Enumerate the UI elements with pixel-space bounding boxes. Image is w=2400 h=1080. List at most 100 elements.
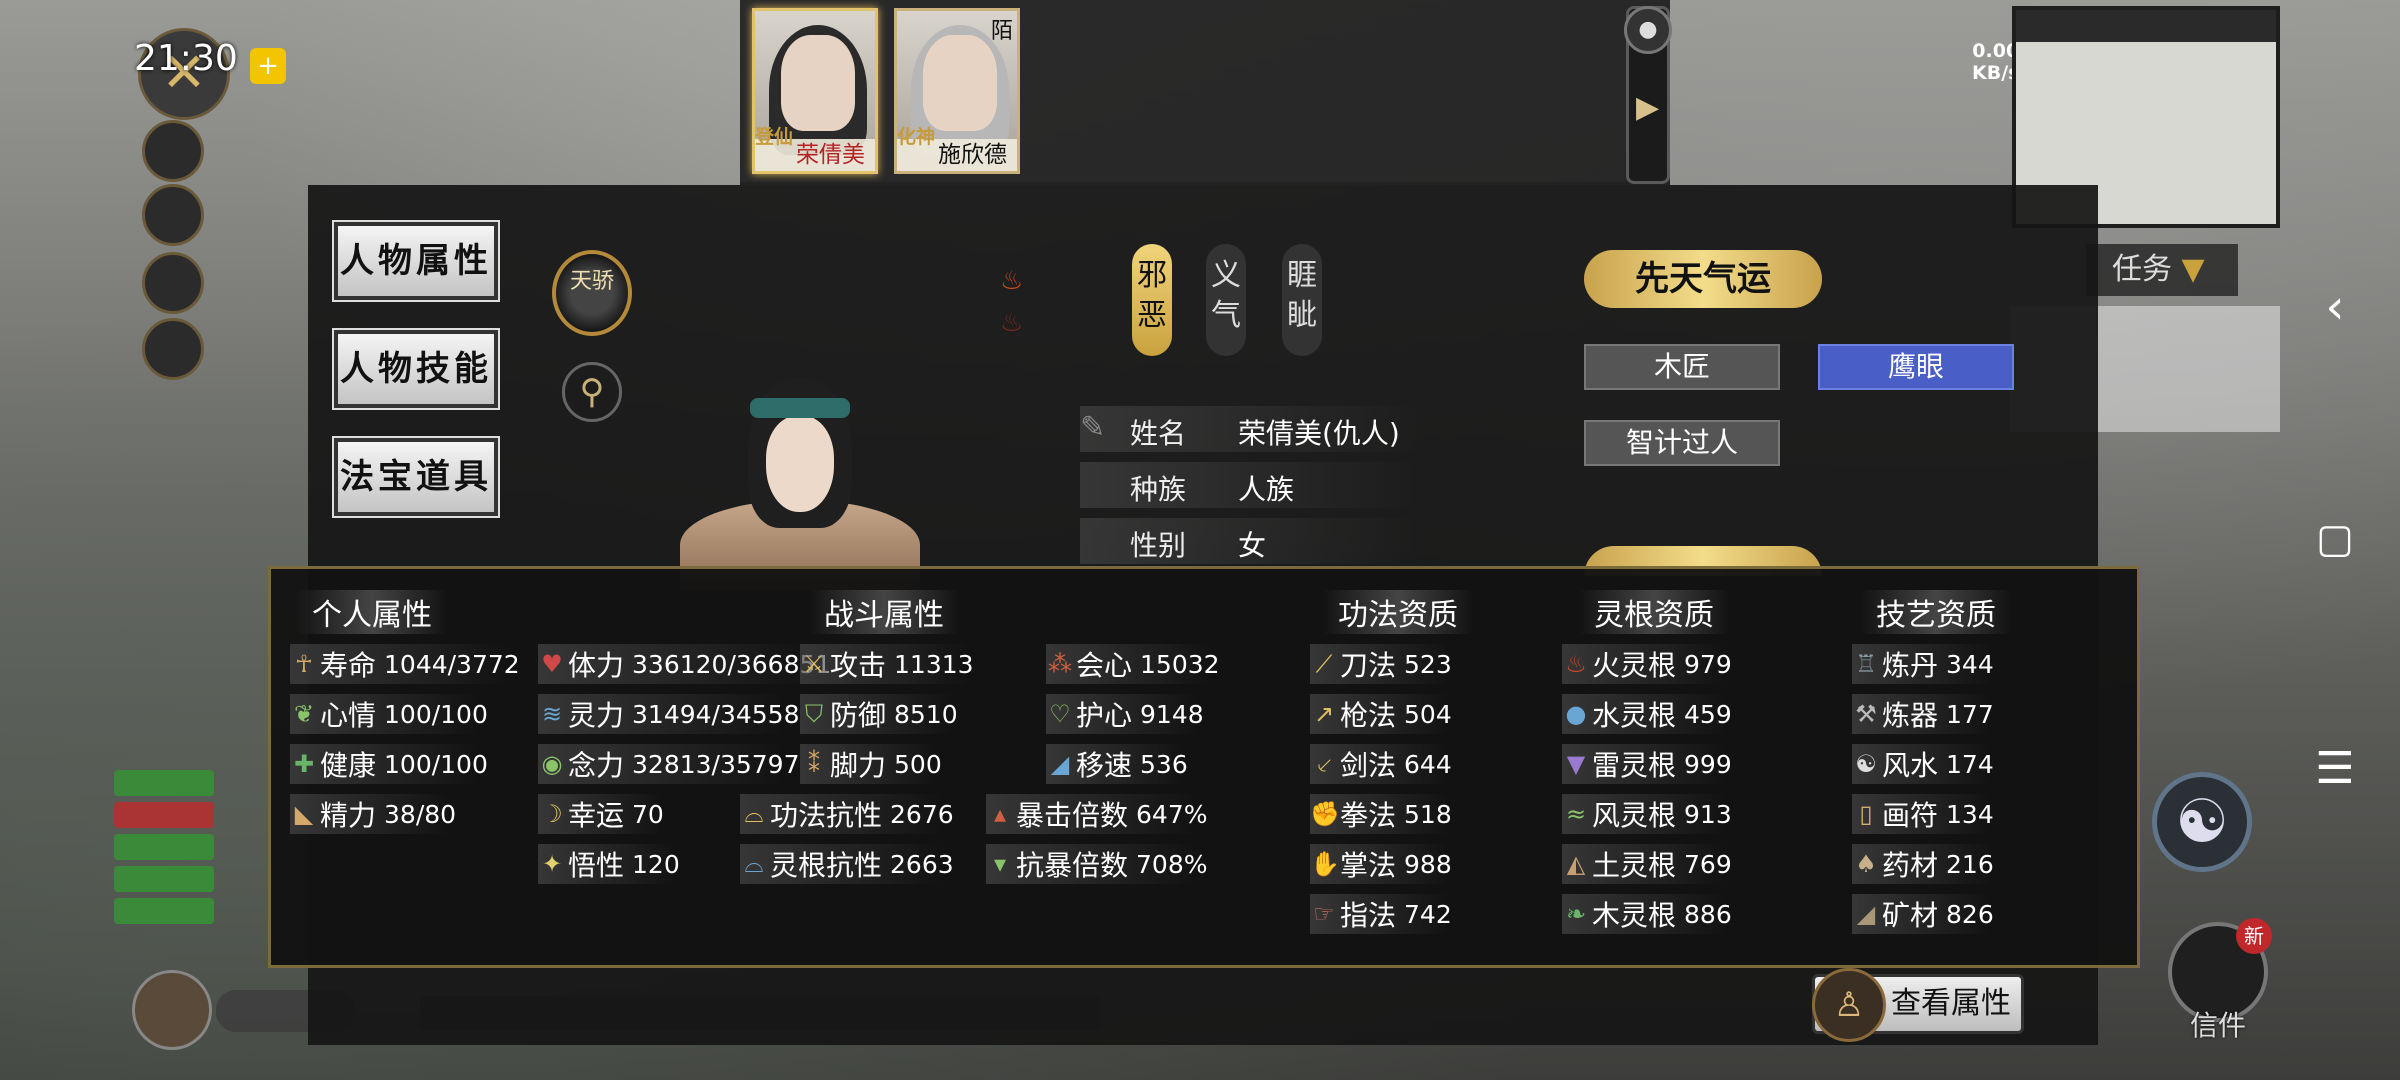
- stat-foot-power: ⁑ 脚力 500: [800, 744, 954, 784]
- moon-icon: ☽: [541, 800, 563, 828]
- trait-eagle-eye[interactable]: 鹰眼: [1818, 344, 2014, 390]
- stat-defense: ⛉ 防御 8510: [800, 694, 970, 734]
- stat-spirit-power: ≋ 灵力 31494/34558: [538, 694, 812, 734]
- stat-crit-multiplier: ▴ 暴击倍数 647%: [986, 794, 1220, 834]
- stat-spear: ↗ 枪法 504: [1310, 694, 1464, 734]
- blade-icon: ⟋: [1315, 650, 1333, 678]
- game-menu-icon-4[interactable]: [142, 318, 204, 380]
- stat-alchemy: ♖ 炼丹 344: [1852, 644, 2006, 684]
- game-menu-icon-3[interactable]: [142, 252, 204, 314]
- title-badge[interactable]: 天骄: [552, 250, 632, 336]
- stat-mind-power: ◉ 念力 32813/35797: [538, 744, 812, 784]
- shield-icon: ⛉: [805, 700, 823, 728]
- info-row-name: 姓名 荣倩美(仇人): [1080, 406, 1420, 452]
- stat-finger: ☞ 指法 742: [1310, 894, 1464, 934]
- search-icon[interactable]: ⚲: [562, 362, 622, 422]
- back-nav-icon[interactable]: ‹: [2310, 282, 2360, 332]
- letter-label: 信件: [2190, 1009, 2247, 1042]
- triangles-icon: ▴: [993, 800, 1007, 828]
- stat-blade: ⟋ 刀法 523: [1310, 644, 1464, 684]
- stat-fist: ✊ 拳法 518: [1310, 794, 1464, 834]
- stat-attack: ⚔ 攻击 11313: [800, 644, 986, 684]
- heart-shield-icon: ♡: [1049, 700, 1071, 728]
- character-card-selected[interactable]: 荣倩美 登仙: [752, 8, 878, 174]
- dome-blue-icon: ⌓: [744, 850, 764, 878]
- tag-loyal[interactable]: 义气: [1206, 244, 1246, 356]
- game-menu-icon-1[interactable]: [142, 120, 204, 182]
- nav-treasure-items[interactable]: 法宝道具: [332, 436, 500, 518]
- trait-carpenter[interactable]: 木匠: [1584, 344, 1780, 390]
- stat-wind-root: ≈ 风灵根 913: [1562, 794, 1744, 834]
- flame-icon: ♨: [1000, 266, 1024, 296]
- wind-icon: ≈: [1565, 800, 1587, 828]
- mushroom-icon: ♠: [1855, 850, 1877, 878]
- sprout-icon: ❦: [293, 700, 315, 728]
- leaf-icon: ❧: [1565, 900, 1587, 928]
- stat-sword: ⸔ 剑法 644: [1310, 744, 1464, 784]
- new-badge: 新: [2236, 918, 2272, 954]
- minimap-header: [2016, 10, 2276, 42]
- next-arrow-icon[interactable]: ▶: [1636, 90, 1659, 125]
- eye-icon: ◉: [541, 750, 563, 778]
- trait-wise[interactable]: 智计过人: [1584, 420, 1780, 466]
- palm-icon: ✋: [1310, 850, 1340, 878]
- cauldron-icon: ♖: [1855, 650, 1877, 678]
- stat-ore: ◢ 矿材 826: [1852, 894, 2006, 934]
- meditating-figure-icon[interactable]: ♙: [1812, 968, 1886, 1042]
- sword-icon: ⸔: [1315, 750, 1333, 779]
- status-clock: 21:30: [134, 38, 238, 79]
- stat-crit-resist-multiplier: ▾ 抗暴倍数 708%: [986, 844, 1220, 884]
- burst-icon: ⁂: [1048, 650, 1072, 678]
- stat-palm: ✋ 掌法 988: [1310, 844, 1464, 884]
- tag-vengeful[interactable]: 睚眦: [1282, 244, 1322, 356]
- wave-icon: ≋: [541, 700, 563, 728]
- scroll-icon: ▯: [1859, 800, 1873, 828]
- notification-icon: +: [250, 48, 286, 84]
- tag-evil[interactable]: 邪恶: [1132, 244, 1172, 356]
- dark-flame-icon: ♨: [1000, 308, 1024, 338]
- nav-character-attributes[interactable]: 人物属性: [332, 220, 500, 302]
- group-icon[interactable]: ●: [1624, 6, 1672, 54]
- nav-character-skills[interactable]: 人物技能: [332, 328, 500, 410]
- stat-heart-guard: ♡ 护心 9148: [1046, 694, 1216, 734]
- stat-crit: ⁂ 会心 15032: [1046, 644, 1232, 684]
- down-triangles-icon: ▾: [993, 850, 1007, 878]
- stat-wood-root: ❧ 木灵根 886: [1562, 894, 1744, 934]
- info-row-race: 种族 人族: [1080, 462, 1420, 508]
- craft-aptitude-header: 技艺资质: [1860, 590, 2012, 634]
- stat-herbs: ♠ 药材 216: [1852, 844, 2006, 884]
- stat-thunder-root: ▼ 雷灵根 999: [1562, 744, 1744, 784]
- plus-icon: ✚: [293, 750, 315, 778]
- game-menu-icon-2[interactable]: [142, 184, 204, 246]
- menu-nav-icon[interactable]: ☰: [2310, 744, 2360, 794]
- thunder-icon: ▼: [1566, 750, 1586, 778]
- spirit-root-header: 灵根资质: [1578, 590, 1730, 634]
- task-tab[interactable]: 任务 ▼: [2086, 244, 2238, 296]
- stat-talisman: ▯ 画符 134: [1852, 794, 2006, 834]
- fire-icon: ♨: [1565, 650, 1587, 678]
- earth-icon: ◭: [1566, 850, 1586, 878]
- fist-icon: ✊: [1310, 800, 1340, 828]
- stat-move-speed: ◢ 移速 536: [1046, 744, 1200, 784]
- home-nav-icon[interactable]: ▢: [2310, 514, 2360, 564]
- player-avatar[interactable]: [132, 970, 212, 1050]
- taiji-icon[interactable]: ☯: [2152, 772, 2252, 872]
- star-icon: ✦: [541, 850, 563, 878]
- stat-technique-resist: ⌓ 功法抗性 2676: [740, 794, 966, 834]
- stat-earth-root: ◭ 土灵根 769: [1562, 844, 1744, 884]
- stat-spirit-resist: ⌓ 灵根抗性 2663: [740, 844, 966, 884]
- feet-icon: ⁑: [808, 750, 820, 778]
- boot-icon: ◢: [1050, 750, 1070, 778]
- character-card[interactable]: 施欣德 化神 陌: [894, 8, 1020, 174]
- personal-attributes-header: 个人属性: [296, 590, 448, 634]
- stat-energy: ◣ 精力 38/80: [290, 794, 469, 834]
- character-portrait: [680, 378, 920, 590]
- heart-icon: ♥: [541, 650, 563, 678]
- innate-luck-title: 先天气运: [1584, 250, 1822, 308]
- stat-forging: ⚒ 炼器 177: [1852, 694, 2006, 734]
- combat-attributes-header: 战斗属性: [808, 590, 960, 634]
- faction-list: [114, 770, 214, 930]
- stat-luck: ☽ 幸运 70: [538, 794, 676, 834]
- character-card-bar: [740, 0, 1670, 185]
- info-row-gender: 性别女: [1080, 518, 1420, 564]
